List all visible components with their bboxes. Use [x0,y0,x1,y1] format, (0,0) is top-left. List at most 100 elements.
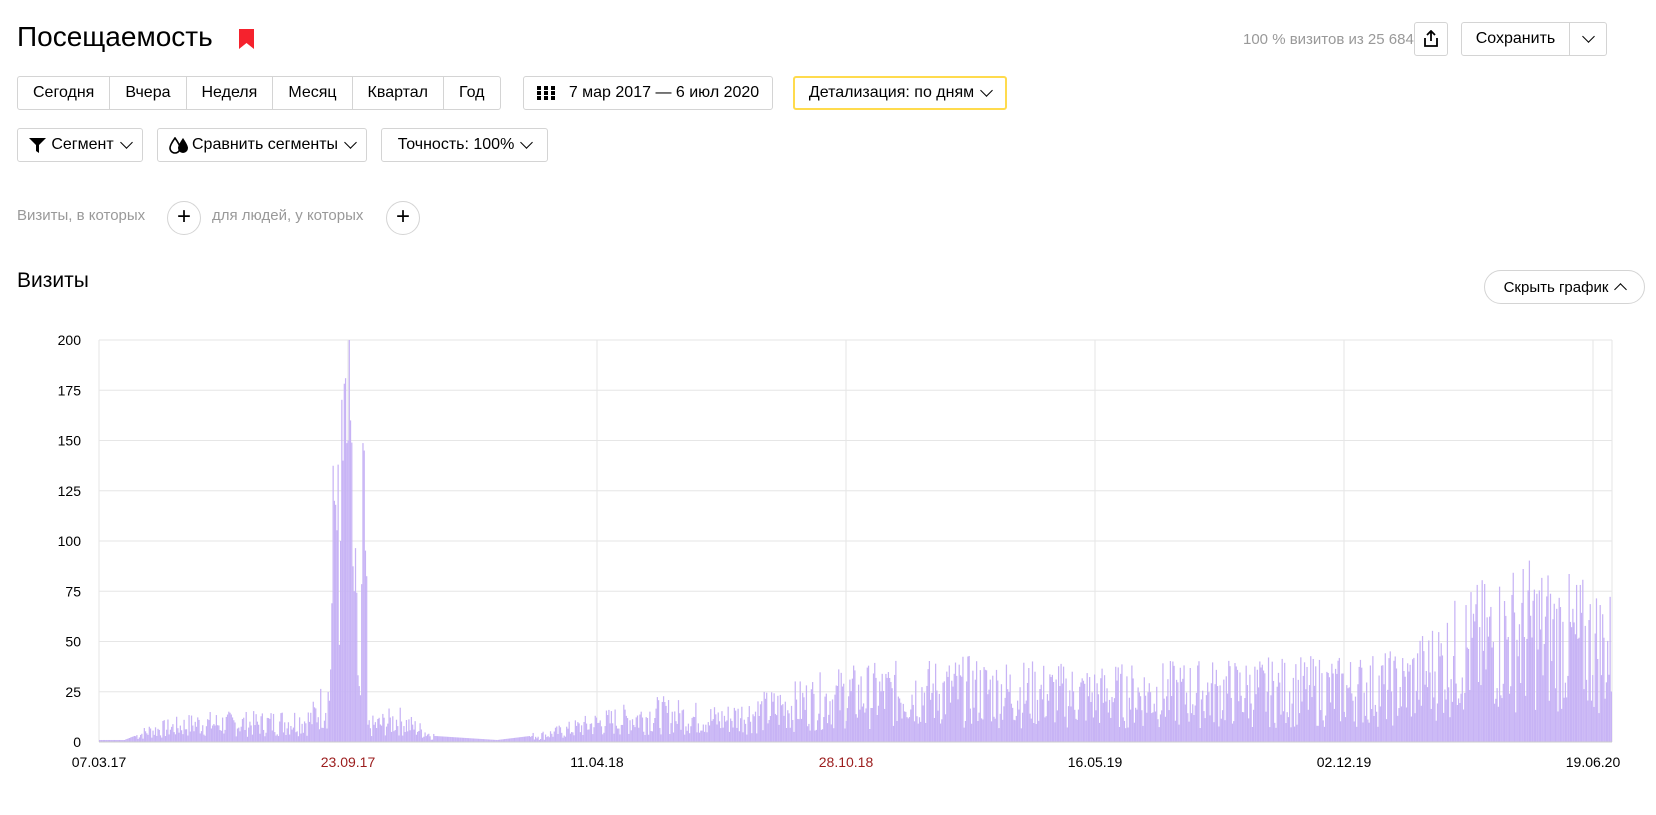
visit-bar [1404,676,1406,742]
visit-bar [1098,722,1101,742]
visit-bar [1284,662,1286,742]
period-option[interactable]: Год [444,77,499,109]
visit-bar [1528,560,1531,742]
visit-bar [358,686,360,742]
hide-chart-button[interactable]: Скрыть график [1484,270,1645,304]
visit-bar [166,729,168,742]
visit-bar [1397,715,1399,742]
visit-bar [857,684,860,742]
visit-bar [1084,683,1086,742]
visit-bar [726,720,728,742]
visit-bar [1589,604,1591,742]
save-button[interactable]: Сохранить [1461,22,1570,56]
visit-bar [177,728,179,742]
detail-dropdown[interactable]: Детализация: по дням [793,76,1007,110]
visits-chart[interactable]: 0 25 50 75 100 125 150 175 200 07.03.17 23.09.17 11… [0,320,1656,800]
visit-bar [417,731,419,742]
visit-bar [1312,658,1314,742]
add-visit-condition-button[interactable]: + [167,201,201,235]
visit-bar [1609,596,1611,742]
visit-bar [954,662,957,742]
visit-bar [875,677,877,742]
visit-bar [797,718,799,742]
visit-bar [1500,695,1502,742]
visit-bar [915,680,917,742]
date-range-button[interactable]: 7 мар 2017 — 6 июл 2020 [523,76,773,110]
period-option[interactable]: Квартал [353,77,445,109]
period-option[interactable]: Неделя [187,77,274,109]
visit-bar [994,718,996,742]
visit-bar [1465,605,1467,742]
visit-bar [402,735,404,742]
visit-bar [890,682,892,742]
visit-bar [1607,640,1609,742]
visit-bar [840,672,842,742]
visit-bar [1182,678,1184,742]
visit-bar [368,720,370,742]
segment-button[interactable]: Сегмент [17,128,143,162]
visit-bar [308,721,311,742]
visit-bar [192,725,194,742]
chevron-down-icon [520,136,534,149]
visit-bar [1584,625,1586,742]
visit-bar [1300,657,1302,742]
visit-bar [178,732,180,742]
visit-bar [397,726,399,742]
detail-label: Детализация: по дням [808,84,975,101]
visit-bar [454,737,456,742]
visit-bar [459,737,461,742]
visit-bar [1034,671,1036,742]
visit-bar [1348,687,1350,742]
visit-bar [1317,725,1319,742]
visit-bar [1044,717,1046,742]
visit-bar [322,727,324,742]
visit-bar [872,673,875,742]
save-options-button[interactable] [1569,22,1607,56]
visit-bar [198,719,200,742]
visit-bar [916,716,918,742]
visit-bar [814,730,816,742]
period-option[interactable]: Вчера [110,77,187,109]
visit-bar [638,727,640,742]
visit-bar [434,735,436,742]
compare-segments-button[interactable]: Сравнить сегменты [157,128,367,162]
visit-bar [670,723,672,742]
visit-bar [453,737,455,742]
period-option[interactable]: Месяц [273,77,353,109]
visit-bar [741,706,743,742]
visit-bar [1479,627,1481,742]
visit-bar [1038,720,1040,742]
accuracy-dropdown[interactable]: Точность: 100% [381,128,548,162]
visit-bar [624,709,626,742]
visit-bar [917,723,919,742]
visit-bar [1573,622,1575,742]
visit-bar [1554,688,1557,742]
people-filter-label: для людей, у которых [212,207,364,224]
visit-bar [548,737,550,742]
visit-bar [344,378,347,742]
visit-bar [980,718,983,742]
visit-bar [958,664,960,742]
visit-bar [1354,696,1357,742]
period-option[interactable]: Сегодня [18,77,111,109]
visit-bar [1131,665,1133,742]
visit-bar [254,725,256,742]
visit-bar [1290,727,1292,742]
visit-bar [744,723,747,742]
visit-bar [1248,718,1250,742]
visit-bar [1215,669,1217,742]
bookmark-icon[interactable] [239,29,254,49]
export-button[interactable] [1414,22,1448,56]
visit-bar [438,736,440,742]
add-people-condition-button[interactable]: + [386,201,420,235]
visit-bar [507,738,509,742]
visit-bar [469,738,471,742]
visit-bar [169,729,172,742]
visit-bar [1003,706,1005,742]
visit-bar [1544,616,1547,742]
y-tick-label: 75 [65,583,81,599]
visit-bar [1462,709,1465,742]
visit-bar [1029,713,1031,742]
visit-bar [1243,712,1245,742]
visit-bar [692,716,695,742]
